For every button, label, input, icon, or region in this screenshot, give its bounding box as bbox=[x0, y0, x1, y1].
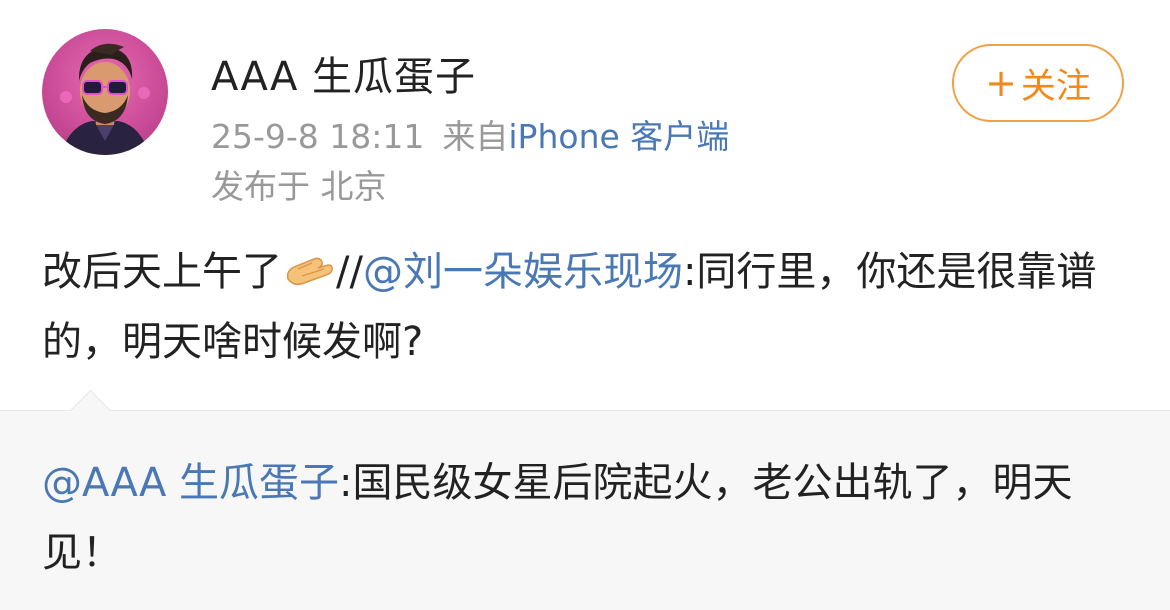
repost-separator: // bbox=[336, 249, 363, 295]
plus-icon: + bbox=[985, 61, 1017, 105]
post-timestamp: 25-9-8 18:11 bbox=[211, 117, 425, 156]
source-prefix: 来自 bbox=[442, 117, 509, 156]
username[interactable]: AAA 生瓜蛋子 bbox=[211, 44, 476, 102]
mention-link[interactable]: @刘一朵娱乐现场 bbox=[363, 249, 683, 295]
follow-button-label: 关注 bbox=[1020, 66, 1091, 107]
weibo-post: AAA 生瓜蛋子 25-9-8 18:11 来自iPhone 客户端 发布于 北京… bbox=[0, 0, 1170, 610]
post-location: 发布于 北京 bbox=[211, 167, 387, 206]
post-meta: 25-9-8 18:11 来自iPhone 客户端 bbox=[211, 110, 729, 158]
pinching-hand-emoji bbox=[286, 257, 333, 286]
avatar[interactable] bbox=[42, 29, 168, 155]
post-body-text: 改后天上午了 bbox=[42, 249, 282, 295]
follow-button[interactable]: + 关注 bbox=[952, 44, 1124, 122]
source-client-link[interactable]: iPhone 客户端 bbox=[508, 117, 729, 156]
avatar-illustration bbox=[60, 43, 150, 155]
retweet-author-mention[interactable]: @AAA 生瓜蛋子 bbox=[42, 460, 339, 506]
post-body: 改后天上午了 //@刘一朵娱乐现场:同行里，你还是很靠谱的，明天啥时候发啊? bbox=[42, 237, 1132, 377]
retweet-content: @AAA 生瓜蛋子:国民级女星后院起火，老公出轨了，明天见！ bbox=[42, 448, 1132, 588]
